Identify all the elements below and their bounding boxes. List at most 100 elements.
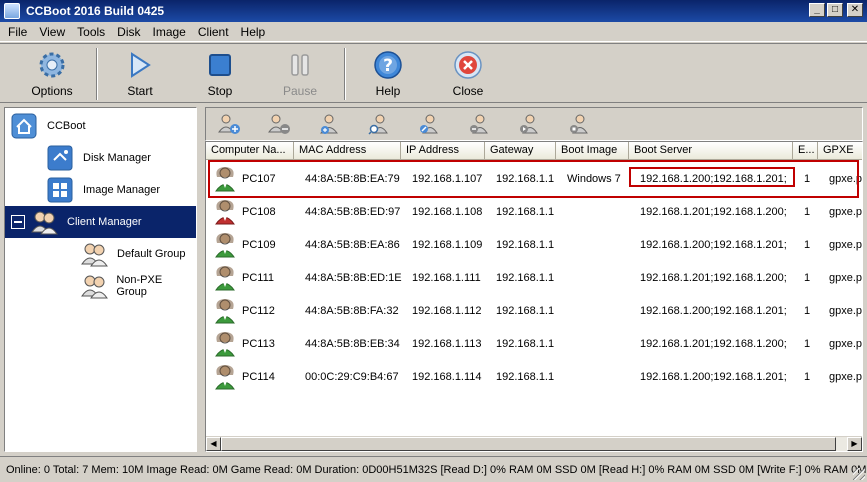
table-row[interactable]: PC113 44:8A:5B:8B:EB:34 192.168.1.113 19…: [206, 327, 863, 360]
cell-ip-address: 192.168.1.111: [412, 271, 481, 284]
horizontal-scrollbar[interactable]: ◀ ▶: [206, 436, 862, 451]
scroll-right-arrow-icon[interactable]: ▶: [847, 437, 862, 451]
stop-icon: [204, 50, 236, 80]
cell-computer-name: PC114: [242, 370, 275, 383]
menu-client[interactable]: Client: [192, 25, 235, 39]
tree-item-disk-manager[interactable]: Disk Manager: [45, 142, 153, 174]
cell-computer-name: PC112: [242, 304, 275, 317]
cell-mac-address: 44:8A:5B:8B:ED:1E: [305, 271, 402, 284]
cell-boot-server: 192.168.1.201;192.168.1.200;: [640, 271, 787, 284]
stop-button[interactable]: Stop: [180, 50, 260, 100]
cell-computer-name: PC107: [242, 172, 276, 185]
resize-grip-icon[interactable]: [853, 468, 865, 480]
table-header: Computer Na... MAC Address IP Address Ga…: [206, 142, 862, 160]
column-header-ip-address[interactable]: IP Address: [401, 142, 485, 160]
tree-item-non-pxe-group[interactable]: Non-PXE Group: [79, 270, 196, 302]
start-button[interactable]: Start: [100, 50, 180, 100]
window-controls: _ □ ✕: [809, 3, 863, 17]
users-icon: [79, 271, 108, 301]
help-icon: ?: [372, 50, 404, 80]
gear-icon: [36, 50, 68, 80]
cell-computer-name: PC108: [242, 205, 276, 218]
cell-mac-address: 44:8A:5B:8B:EA:79: [305, 172, 400, 185]
tree-item-client-manager[interactable]: Client Manager: [5, 206, 196, 238]
remove-client-button[interactable]: [266, 111, 292, 137]
cell-e: 1: [804, 370, 811, 383]
options-button[interactable]: Options: [12, 50, 92, 100]
collapse-icon[interactable]: [11, 215, 25, 229]
cell-boot-server: 192.168.1.201;192.168.1.200;: [640, 205, 787, 218]
wake-client-button[interactable]: [516, 111, 542, 137]
status-bar: Online: 0 Total: 7 Mem: 10M Image Read: …: [0, 456, 867, 482]
cell-gpxe: gpxe.px: [829, 238, 863, 251]
status-text: Online: 0 Total: 7 Mem: 10M Image Read: …: [6, 463, 867, 476]
close-button[interactable]: Close: [428, 50, 508, 100]
maximize-button[interactable]: □: [827, 3, 843, 17]
window-close-button[interactable]: ✕: [847, 3, 863, 17]
column-header-mac-address[interactable]: MAC Address: [294, 142, 401, 160]
client-pc-icon: [215, 232, 235, 257]
cell-gpxe: gpxe.px: [829, 370, 863, 383]
cell-gpxe: gpxe.px: [829, 337, 863, 350]
minimize-button[interactable]: _: [809, 3, 825, 17]
table-row[interactable]: PC114 00:0C:29:C9:B4:67 192.168.1.114 19…: [206, 360, 863, 393]
cell-ip-address: 192.168.1.112: [412, 304, 482, 317]
wake-client-icon: [520, 114, 538, 134]
add-user-icon: [320, 114, 338, 134]
menu-view[interactable]: View: [33, 25, 71, 39]
column-header-boot-server[interactable]: Boot Server: [629, 142, 793, 160]
home-icon: [9, 111, 39, 141]
table-row[interactable]: PC107 44:8A:5B:8B:EA:79 192.168.1.107 19…: [206, 162, 863, 195]
toolbar-separator: [96, 48, 98, 100]
stop-client-icon: [570, 114, 588, 134]
table-row[interactable]: PC108 44:8A:5B:8B:ED:97 192.168.1.108 19…: [206, 195, 863, 228]
menu-help[interactable]: Help: [235, 25, 272, 39]
cell-gateway: 192.168.1.1: [496, 271, 555, 284]
cell-gpxe: gpxe.px: [829, 271, 863, 284]
table-row[interactable]: PC109 44:8A:5B:8B:EA:86 192.168.1.109 19…: [206, 228, 863, 261]
table-row[interactable]: PC112 44:8A:5B:8B:FA:32 192.168.1.112 19…: [206, 294, 862, 327]
tree-item-default-group[interactable]: Default Group: [79, 238, 187, 270]
cell-boot-server: 192.168.1.200;192.168.1.201;: [640, 304, 787, 317]
app-icon: [4, 3, 20, 19]
menu-file[interactable]: File: [0, 25, 33, 39]
cell-mac-address: 44:8A:5B:8B:ED:97: [305, 205, 401, 218]
tree-item-image-manager[interactable]: Image Manager: [45, 174, 162, 206]
edit-client-button[interactable]: [416, 111, 442, 137]
edit-client-icon: [420, 114, 438, 134]
column-header-gateway[interactable]: Gateway: [485, 142, 556, 160]
column-header-boot-image[interactable]: Boot Image: [556, 142, 629, 160]
remove-client-icon: [268, 114, 290, 134]
navigation-tree: CCBoot Disk Manager Image Manager Client…: [4, 107, 197, 452]
menu-tools[interactable]: Tools: [71, 25, 111, 39]
cell-ip-address: 192.168.1.107: [412, 172, 483, 185]
client-pc-icon: [215, 166, 235, 191]
toolbar-separator: [344, 48, 346, 100]
stop-client-button[interactable]: [566, 111, 592, 137]
table-row[interactable]: PC111 44:8A:5B:8B:ED:1E 192.168.1.111 19…: [206, 261, 863, 294]
add-client-icon: [218, 114, 240, 134]
play-icon: [124, 50, 156, 80]
cell-ip-address: 192.168.1.114: [412, 370, 482, 383]
cell-gateway: 192.168.1.1: [496, 238, 555, 251]
cell-gateway: 192.168.1.1: [496, 370, 555, 383]
help-button[interactable]: ? Help: [348, 50, 428, 100]
windows-icon: [45, 175, 75, 205]
cell-gpxe: gpxe.px: [829, 205, 863, 218]
scroll-left-arrow-icon[interactable]: ◀: [206, 437, 221, 451]
add-client-button[interactable]: [216, 111, 242, 137]
delete-client-button[interactable]: [466, 111, 492, 137]
menu-disk[interactable]: Disk: [111, 25, 146, 39]
search-client-button[interactable]: [366, 111, 392, 137]
tree-item-ccboot[interactable]: CCBoot: [9, 110, 88, 142]
scroll-thumb[interactable]: [221, 437, 836, 451]
menu-image[interactable]: Image: [147, 25, 192, 39]
column-header-e[interactable]: E...: [793, 142, 818, 160]
column-header-computer-name[interactable]: Computer Na...: [206, 142, 294, 160]
column-header-gpxe[interactable]: GPXE: [818, 142, 862, 160]
cell-e: 1: [804, 238, 811, 251]
add-user-button[interactable]: [316, 111, 342, 137]
svg-text:?: ?: [383, 56, 393, 76]
cell-gpxe: gpxe.px: [829, 172, 863, 185]
pause-button[interactable]: Pause: [260, 50, 340, 100]
